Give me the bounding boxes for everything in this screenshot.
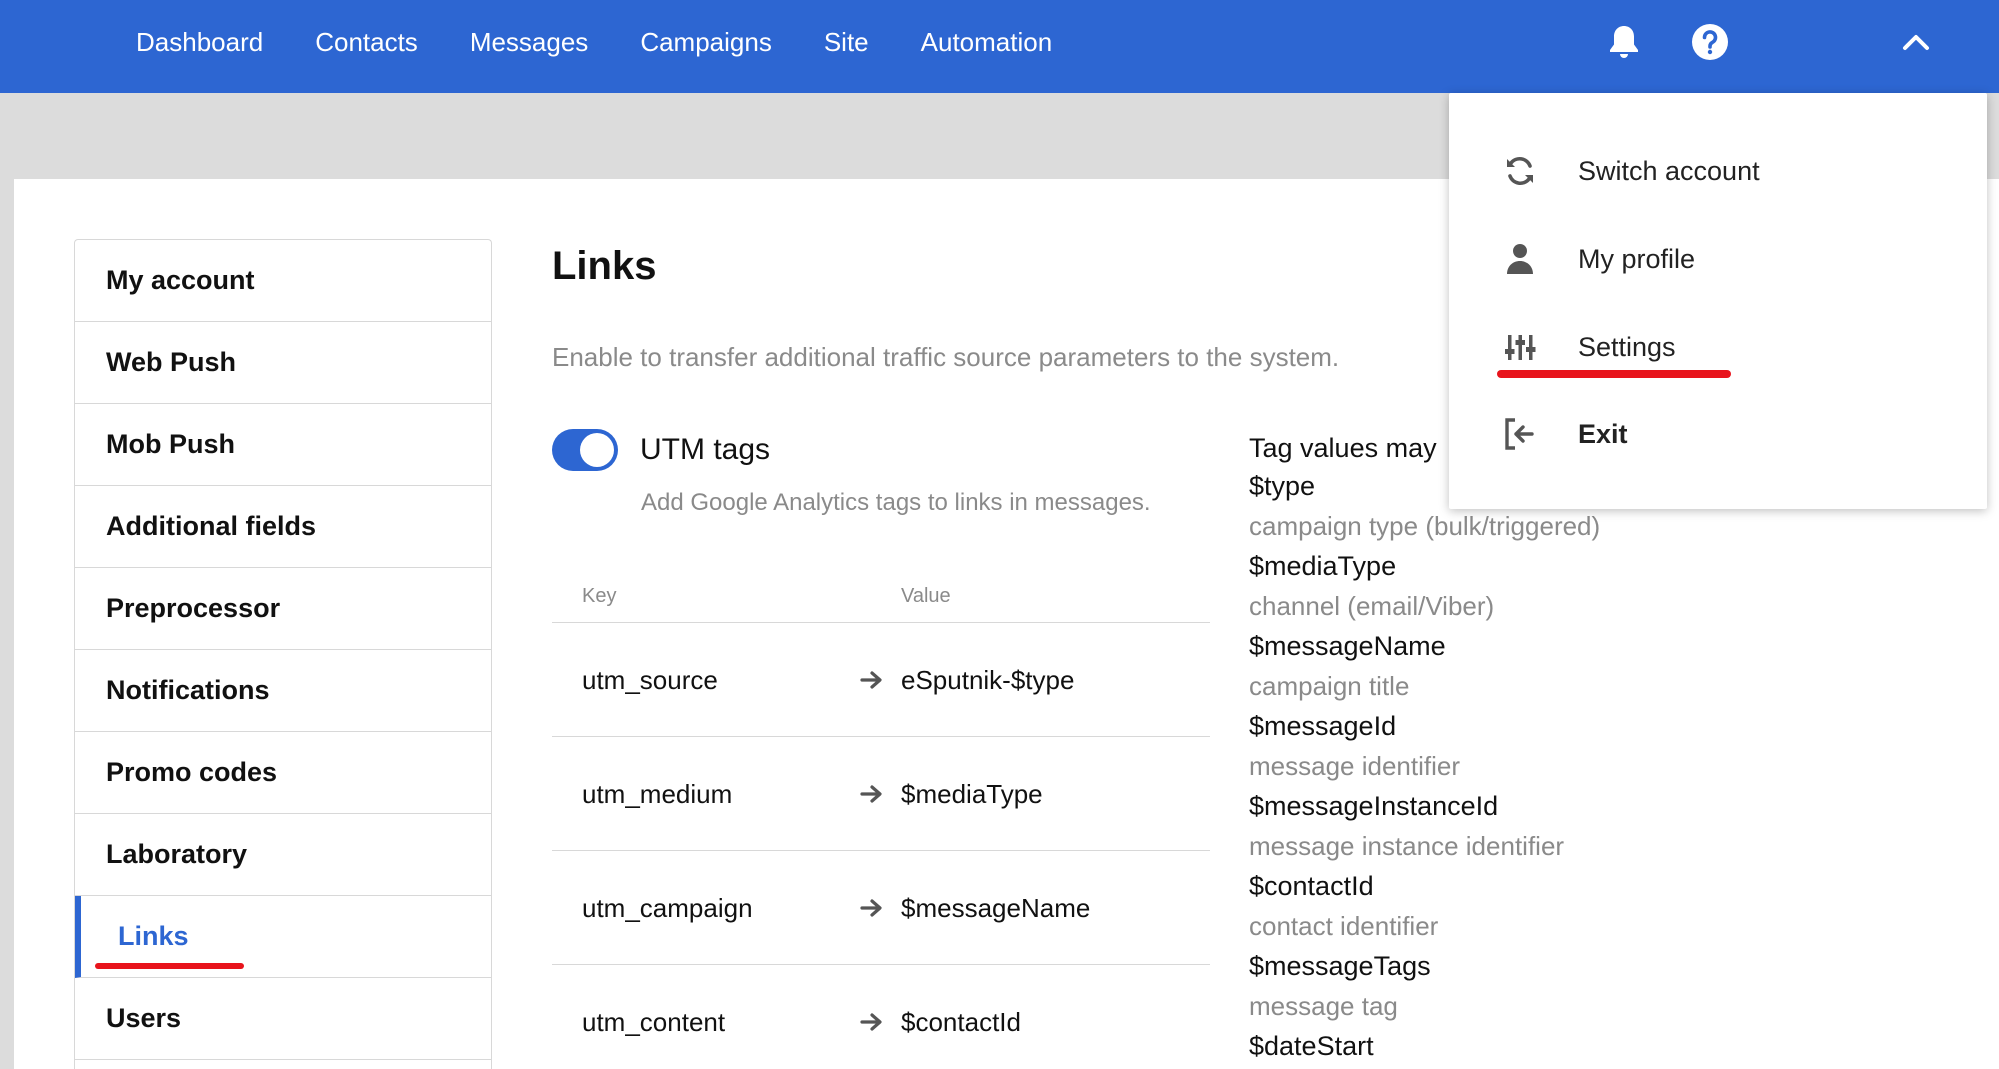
sidebar-item-label: Web Push	[106, 347, 237, 377]
variable-name: $messageInstanceId	[1249, 791, 1499, 821]
variable-name: $dateStart	[1249, 1031, 1374, 1061]
variable-description: message tag	[1249, 991, 1398, 1021]
key-column-header: Key	[582, 585, 617, 607]
sidebar-item-label: Links	[118, 921, 189, 951]
sidebar-item-label: Promo codes	[106, 757, 278, 787]
arrow-right-icon	[860, 899, 882, 917]
arrow-right-icon	[860, 785, 882, 803]
sidebar-item-links[interactable]: Links	[75, 896, 491, 978]
menu-item-label: Settings	[1578, 331, 1676, 362]
tag-variables-list: Tag values may $type campaign type (bulk…	[1249, 430, 1669, 1066]
main-nav: Dashboard Contacts Messages Campaigns Si…	[110, 0, 1078, 84]
table-row: utm_source eSputnik-$type	[552, 623, 1210, 737]
help-icon[interactable]	[1686, 18, 1734, 66]
variable-name: $messageTags	[1249, 951, 1431, 981]
table-row: utm_content $contactId	[552, 965, 1210, 1069]
utm-tags-subtitle: Add Google Analytics tags to links in me…	[641, 489, 1151, 516]
exit-icon	[1505, 418, 1534, 450]
table-row: utm_medium $mediaType	[552, 737, 1210, 851]
sidebar-item-preprocessor[interactable]: Preprocessor	[75, 568, 491, 650]
table-row: utm_campaign $messageName	[552, 851, 1210, 965]
variable-description: message instance identifier	[1249, 831, 1565, 861]
row-value[interactable]: eSputnik-$type	[901, 623, 1074, 737]
nav-automation[interactable]: Automation	[921, 27, 1053, 58]
menu-item-label: Switch account	[1578, 155, 1760, 186]
sidebar-item-users[interactable]: Users	[75, 978, 491, 1060]
sidebar-item-label: Preprocessor	[106, 593, 281, 623]
menu-item-exit[interactable]: Exit	[1449, 399, 1987, 469]
variable-description: campaign title	[1249, 671, 1410, 701]
settings-sidebar: My account Web Push Mob Push Additional …	[74, 239, 492, 1069]
variable-description: contact identifier	[1249, 911, 1439, 941]
row-value[interactable]: $mediaType	[901, 737, 1043, 851]
refresh-icon	[1507, 156, 1533, 186]
sidebar-item-web-push[interactable]: Web Push	[75, 322, 491, 404]
sidebar-item-label: Mob Push	[106, 429, 235, 459]
variable-name: $messageName	[1249, 631, 1446, 661]
sidebar-item-mob-push[interactable]: Mob Push	[75, 404, 491, 486]
page-title: Links	[552, 244, 657, 288]
nav-dashboard[interactable]: Dashboard	[136, 27, 263, 58]
variable-description: message identifier	[1249, 751, 1460, 781]
sidebar-item-my-account[interactable]: My account	[75, 240, 491, 322]
variable-description: channel (email/Viber)	[1249, 591, 1495, 621]
sidebar-item-label: Laboratory	[106, 839, 248, 869]
arrow-right-icon	[860, 1013, 882, 1031]
utm-tags-toggle[interactable]	[552, 429, 618, 471]
sidebar-item-promo-codes[interactable]: Promo codes	[75, 732, 491, 814]
variable-description: campaign type (bulk/triggered)	[1249, 511, 1601, 541]
highlight-underline	[1497, 370, 1731, 378]
variable-name: $mediaType	[1249, 551, 1397, 581]
page-description: Enable to transfer additional traffic so…	[552, 342, 1340, 372]
arrow-right-icon	[860, 671, 882, 689]
table-header: Key Value	[552, 575, 1210, 623]
row-key: utm_source	[582, 665, 718, 695]
sidebar-item-label: Notifications	[106, 675, 270, 705]
toggle-knob	[580, 433, 614, 467]
top-navigation-bar: Dashboard Contacts Messages Campaigns Si…	[0, 0, 1999, 93]
highlight-underline	[95, 963, 244, 969]
bell-icon[interactable]	[1600, 18, 1648, 66]
row-value[interactable]: $messageName	[901, 851, 1090, 965]
sidebar-item-notifications[interactable]: Notifications	[75, 650, 491, 732]
menu-item-my-profile[interactable]: My profile	[1449, 224, 1987, 294]
menu-item-label: Exit	[1578, 418, 1628, 449]
nav-contacts[interactable]: Contacts	[315, 27, 418, 58]
row-key: utm_content	[582, 1007, 726, 1037]
account-dropdown-menu: Switch account My profile Settings Exit	[1449, 93, 1987, 509]
sidebar-item-label: Additional fields	[106, 511, 317, 541]
utm-table: Key Value utm_source eSputnik-$type utm_…	[552, 575, 1210, 1069]
sidebar-item-laboratory[interactable]: Laboratory	[75, 814, 491, 896]
variable-name: $contactId	[1249, 871, 1374, 901]
utm-tags-label: UTM tags	[640, 433, 771, 466]
chevron-up-icon[interactable]	[1892, 18, 1940, 66]
nav-campaigns[interactable]: Campaigns	[640, 27, 772, 58]
sidebar-item-label: My account	[106, 265, 255, 295]
sliders-icon	[1505, 335, 1536, 360]
sidebar-item-label: Users	[106, 1003, 182, 1033]
menu-item-switch-account[interactable]: Switch account	[1449, 136, 1987, 206]
row-value[interactable]: $contactId	[901, 965, 1021, 1069]
sidebar-item-additional-fields[interactable]: Additional fields	[75, 486, 491, 568]
row-key: utm_medium	[582, 779, 733, 809]
value-column-header: Value	[901, 585, 951, 607]
nav-site[interactable]: Site	[824, 27, 869, 58]
nav-messages[interactable]: Messages	[470, 27, 589, 58]
variable-name: $messageId	[1249, 711, 1397, 741]
user-icon	[1507, 244, 1533, 274]
row-key: utm_campaign	[582, 893, 753, 923]
menu-item-label: My profile	[1578, 243, 1696, 274]
